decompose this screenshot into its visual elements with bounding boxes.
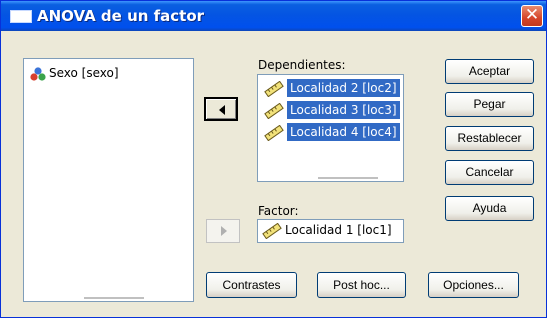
window-title: ANOVA de un factor [37,7,205,25]
factor-field[interactable]: Localidad 1 [loc1] [257,219,404,243]
list-item-label: Localidad 2 [loc2] [287,79,400,97]
restablecer-button[interactable]: Restablecer [445,126,534,151]
list-item-label: Localidad 3 [loc3] [287,101,400,119]
source-variable-list[interactable]: Sexo [sexo] [23,58,194,302]
arrow-left-icon [219,105,225,115]
anova-dialog: ANOVA de un factor ✕ Sexo [sexo] Dependi… [0,0,547,318]
scale-variable-icon [264,124,284,141]
factor-value: Localidad 1 [loc1] [262,220,392,241]
cancelar-button[interactable]: Cancelar [445,160,534,185]
scroll-indicator [84,297,144,299]
move-to-factor-button[interactable] [206,219,240,243]
list-item-label: Sexo [sexo] [49,66,119,80]
arrow-right-icon [221,226,227,236]
factor-value-label: Localidad 1 [loc1] [285,223,392,237]
scale-variable-icon [262,222,282,239]
list-item[interactable]: Localidad 2 [loc2] [264,78,400,99]
move-to-dependents-button[interactable] [204,97,238,121]
list-item[interactable]: Sexo [sexo] [30,65,119,81]
scale-variable-icon [264,102,284,119]
window-icon [10,10,32,23]
ayuda-button[interactable]: Ayuda [445,196,534,221]
post-hoc-button[interactable]: Post hoc... [317,272,406,298]
pegar-button[interactable]: Pegar [445,92,534,117]
scroll-indicator [318,177,378,179]
list-item[interactable]: Localidad 3 [loc3] [264,100,400,121]
aceptar-button[interactable]: Aceptar [445,59,534,84]
dependents-list[interactable]: Localidad 2 [loc2] Localidad 3 [loc3] Lo… [257,74,404,182]
title-bar[interactable]: ANOVA de un factor ✕ [1,1,546,31]
list-item-label: Localidad 4 [loc4] [287,123,400,141]
contrastes-button[interactable]: Contrastes [206,272,297,298]
scale-variable-icon [264,80,284,97]
list-item[interactable]: Localidad 4 [loc4] [264,122,400,143]
factor-label: Factor: [258,204,299,218]
opciones-button[interactable]: Opciones... [428,272,519,298]
dependents-label: Dependientes: [258,58,346,72]
nominal-variable-icon [30,66,46,81]
close-button[interactable]: ✕ [521,5,543,27]
